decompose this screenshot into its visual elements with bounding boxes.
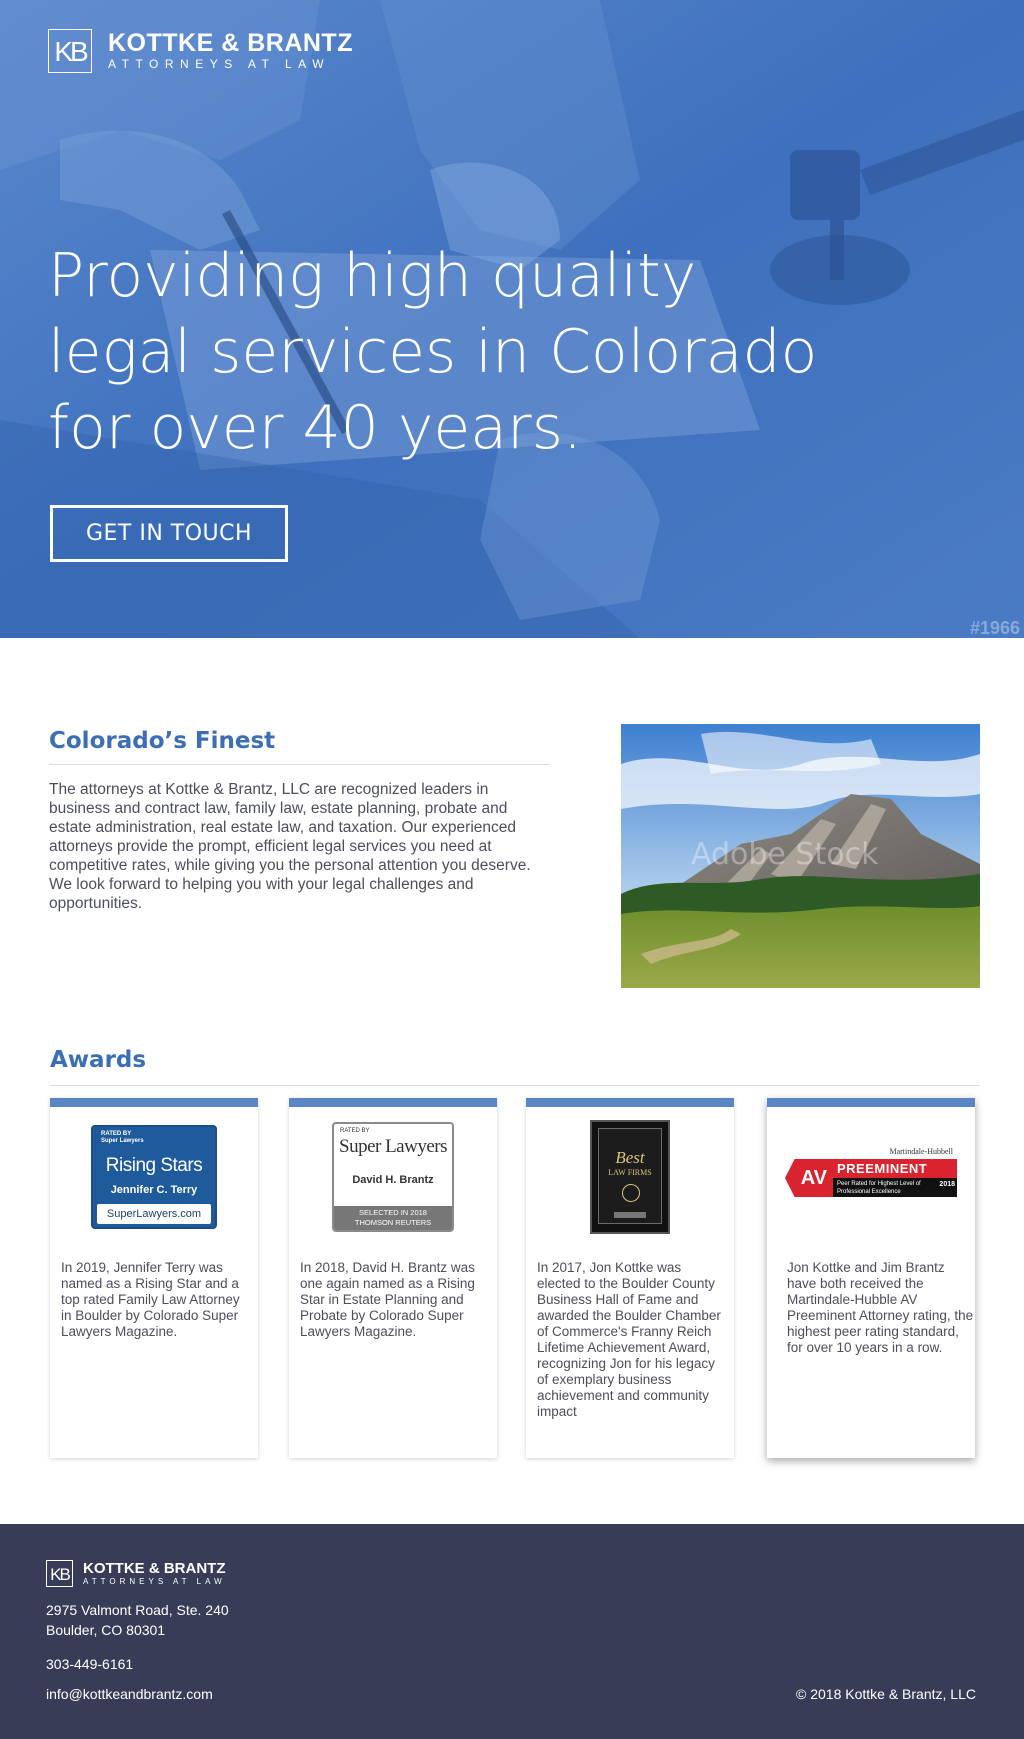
badge-subtitle: Peer Rated for Highest Level of Professi… <box>833 1178 957 1197</box>
award-card: Best LAW FIRMS In 2017, Jon Kottke was e… <box>526 1098 734 1458</box>
badge-title: Super Lawyers <box>339 1136 448 1157</box>
footer-phone-link[interactable]: 303-449-6161 <box>46 1656 133 1672</box>
footer-email-link[interactable]: info@kottkeandbrantz.com <box>46 1686 213 1702</box>
award-description: Jon Kottke and Jim Brantz have both rece… <box>787 1260 974 1355</box>
award-card: RATED BY Super Lawyers David H. Brantz S… <box>289 1098 497 1458</box>
badge-year: 2018 <box>939 1181 955 1188</box>
hero-headline: Providing high quality legal services in… <box>48 238 848 466</box>
footer-logo[interactable]: KB KOTTKE & BRANTZ ATTORNEYS AT LAW <box>46 1560 226 1587</box>
footer-logo-name: KOTTKE & BRANTZ <box>83 1559 226 1577</box>
awards-title: Awards <box>50 1047 147 1073</box>
footer-logo-wordmark: KOTTKE & BRANTZ ATTORNEYS AT LAW <box>83 1561 226 1587</box>
awards-divider <box>50 1085 980 1086</box>
about-title: Colorado’s Finest <box>49 728 276 754</box>
mountain-photo: Adobe Stock <box>621 724 980 988</box>
badge-footer: SuperLawyers.com <box>97 1204 211 1224</box>
logo-firm-name: KOTTKE & BRANTZ <box>108 29 353 57</box>
hero-headline-line: for over 40 years. <box>48 393 583 463</box>
badge-name: Jennifer C. Terry <box>110 1184 198 1196</box>
badge-av: AV <box>785 1159 833 1197</box>
logo-wordmark: KOTTKE & BRANTZ ATTORNEYS AT LAW <box>108 30 353 72</box>
award-description: In 2017, Jon Kottke was elected to the B… <box>537 1260 721 1419</box>
badge-title: PREEMINENT <box>833 1159 957 1178</box>
hero-headline-line: Providing high quality <box>48 241 697 311</box>
badge-brand: Super Lawyers <box>101 1138 144 1144</box>
hero-headline-line: legal services in Colorado <box>48 317 818 387</box>
get-in-touch-button[interactable]: GET IN TOUCH <box>50 505 288 562</box>
about-divider <box>49 764 550 765</box>
award-description: In 2018, David H. Brantz was one again n… <box>300 1260 475 1339</box>
badge-title: Rising Stars <box>105 1155 203 1176</box>
footer-address-line2: Boulder, CO 80301 <box>46 1622 166 1638</box>
site-logo[interactable]: KB KOTTKE & BRANTZ ATTORNEYS AT LAW <box>48 29 353 73</box>
award-description: In 2019, Jennifer Terry was named as a R… <box>61 1260 240 1339</box>
hero-section: KB KOTTKE & BRANTZ ATTORNEYS AT LAW Prov… <box>0 0 1024 638</box>
badge-name: David H. Brantz <box>352 1174 434 1186</box>
footer-copyright: © 2018 Kottke & Brantz, LLC <box>796 1686 976 1702</box>
plaque-title: Best <box>615 1148 645 1167</box>
award-card: Martindale-Hubbell AV PREEMINENT Peer Ra… <box>767 1098 975 1458</box>
badge-rated-by: RATED BY <box>340 1128 370 1134</box>
footer-address-line1: 2975 Valmont Road, Ste. 240 <box>46 1602 229 1618</box>
logo-monogram: KB <box>48 29 92 73</box>
logo-tagline: ATTORNEYS AT LAW <box>108 57 331 71</box>
footer-logo-monogram: KB <box>46 1560 73 1587</box>
hero-stamp: #1966 <box>969 618 1020 638</box>
footer-logo-tagline: ATTORNEYS AT LAW <box>83 1576 226 1586</box>
best-law-firms-plaque: Best LAW FIRMS <box>526 1120 734 1234</box>
award-card: RATED BY Super Lawyers Rising Stars Jenn… <box>50 1098 258 1458</box>
badge-brand: Martindale-Hubbell <box>889 1147 953 1156</box>
super-lawyers-badge: RATED BY Super Lawyers David H. Brantz S… <box>289 1121 497 1233</box>
photo-watermark: Adobe Stock <box>691 837 879 872</box>
hero-content: KB KOTTKE & BRANTZ ATTORNEYS AT LAW Prov… <box>0 0 1024 638</box>
badge-footer: SELECTED IN 2018 <box>359 1208 427 1217</box>
site-footer: KB KOTTKE & BRANTZ ATTORNEYS AT LAW 2975… <box>0 1524 1024 1739</box>
rising-stars-badge: RATED BY Super Lawyers Rising Stars Jenn… <box>50 1121 258 1233</box>
av-preeminent-badge: Martindale-Hubbell AV PREEMINENT Peer Ra… <box>767 1121 975 1233</box>
flatirons-image: Adobe Stock <box>621 724 980 988</box>
plaque-subtitle: LAW FIRMS <box>608 1168 652 1177</box>
about-text: The attorneys at Kottke & Brantz, LLC ar… <box>49 781 531 912</box>
badge-footer-sub: THOMSON REUTERS <box>354 1218 432 1227</box>
badge-rated-by: RATED BY <box>101 1131 132 1137</box>
